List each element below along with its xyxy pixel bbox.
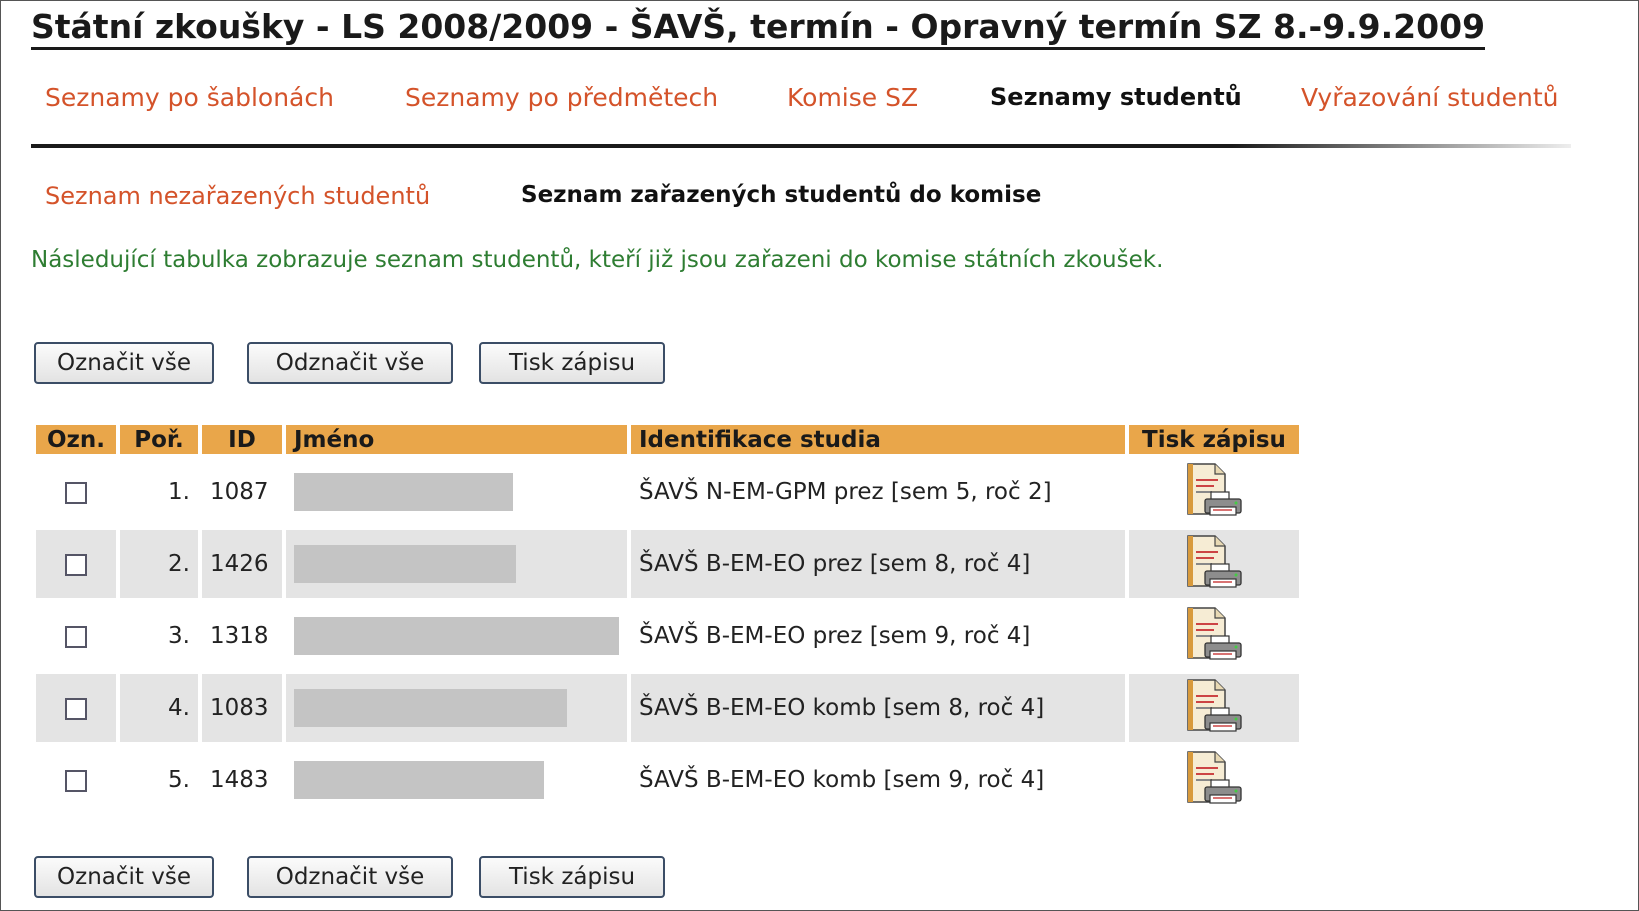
row-checkbox[interactable] <box>65 625 87 648</box>
deselect-all-button[interactable]: Odznačit vše <box>247 856 453 898</box>
row-checkbox[interactable] <box>65 481 87 504</box>
students-table: Ozn. Poř. ID Jméno Identifikace studia T… <box>32 421 1303 818</box>
name-redacted <box>294 761 544 799</box>
row-study: ŠAVŠ N-EM-GPM prez [sem 5, roč 2] <box>639 479 1052 505</box>
row-order: 5. <box>168 767 190 793</box>
row-id: 1318 <box>210 623 269 649</box>
table-header-row: Ozn. Poř. ID Jméno Identifikace studia T… <box>36 425 1299 454</box>
row-id: 1087 <box>210 479 269 505</box>
row-order: 1. <box>168 479 190 505</box>
row-order: 3. <box>168 623 190 649</box>
row-order: 4. <box>120 674 198 742</box>
row-study: ŠAVŠ B-EM-EO prez [sem 9, roč 4] <box>639 623 1031 649</box>
sub-tabs: Seznam nezařazených studentů Seznam zařa… <box>45 182 1245 216</box>
deselect-all-button[interactable]: Odznačit vše <box>247 342 453 384</box>
table-row: 3. 1318 ŠAVŠ B-EM-EO prez [sem 9, roč 4] <box>36 602 1299 670</box>
tab-vyrazovani-studentu[interactable]: Vyřazování studentů <box>1301 83 1559 112</box>
print-document-icon[interactable] <box>1184 749 1244 811</box>
tab-seznamy-po-sablonach[interactable]: Seznamy po šablonách <box>45 83 334 112</box>
table-row: 4. 1083 ŠAVŠ B-EM-EO komb [sem 8, roč 4] <box>36 674 1299 742</box>
print-document-icon[interactable] <box>1184 605 1244 667</box>
table-row: 5. 1483 ŠAVŠ B-EM-EO komb [sem 9, roč 4] <box>36 746 1299 814</box>
row-checkbox[interactable] <box>65 553 87 576</box>
table-row: 2. 1426 ŠAVŠ B-EM-EO prez [sem 8, roč 4] <box>36 530 1299 598</box>
header-id: ID <box>202 425 282 454</box>
row-checkbox[interactable] <box>65 769 87 792</box>
main-tabs: Seznamy po šablonách Seznamy po předměte… <box>45 83 1639 119</box>
row-order: 2. <box>120 530 198 598</box>
select-all-button[interactable]: Označit vše <box>34 342 214 384</box>
row-study: ŠAVŠ B-EM-EO komb [sem 8, roč 4] <box>631 674 1125 742</box>
row-study: ŠAVŠ B-EM-EO komb [sem 9, roč 4] <box>639 767 1045 793</box>
header-print: Tisk zápisu <box>1129 425 1299 454</box>
tab-komise-sz[interactable]: Komise SZ <box>787 83 918 112</box>
description-text: Následující tabulka zobrazuje seznam stu… <box>31 247 1164 273</box>
name-redacted <box>294 473 513 511</box>
print-record-button[interactable]: Tisk zápisu <box>479 342 665 384</box>
header-order: Poř. <box>120 425 198 454</box>
select-all-button[interactable]: Označit vše <box>34 856 214 898</box>
tab-seznamy-po-predmetech[interactable]: Seznamy po předmětech <box>405 83 718 112</box>
row-study: ŠAVŠ B-EM-EO prez [sem 8, roč 4] <box>631 530 1125 598</box>
row-id: 1426 <box>202 530 282 598</box>
tab-seznamy-studentu[interactable]: Seznamy studentů <box>990 83 1242 111</box>
header-study: Identifikace studia <box>631 425 1125 454</box>
row-checkbox[interactable] <box>65 697 87 720</box>
name-redacted <box>294 689 567 727</box>
header-mark: Ozn. <box>36 425 116 454</box>
tab-divider <box>31 144 1571 148</box>
subtab-nezarazeni-studenti[interactable]: Seznam nezařazených studentů <box>45 182 430 210</box>
name-redacted <box>294 617 619 655</box>
print-document-icon[interactable] <box>1184 533 1244 595</box>
subtab-zarazeni-studenti[interactable]: Seznam zařazených studentů do komise <box>521 182 1041 208</box>
header-name: Jméno <box>286 425 627 454</box>
table-row: 1. 1087 ŠAVŠ N-EM-GPM prez [sem 5, roč 2… <box>36 458 1299 526</box>
print-record-button[interactable]: Tisk zápisu <box>479 856 665 898</box>
page-title: Státní zkoušky - LS 2008/2009 - ŠAVŠ, te… <box>31 7 1486 50</box>
row-id: 1483 <box>210 767 269 793</box>
print-document-icon[interactable] <box>1184 677 1244 739</box>
print-document-icon[interactable] <box>1184 461 1244 523</box>
row-id: 1083 <box>202 674 282 742</box>
name-redacted <box>294 545 516 583</box>
